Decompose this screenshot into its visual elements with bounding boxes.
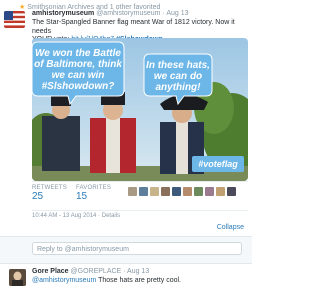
favoriter-avatar[interactable]	[150, 187, 159, 196]
favoriter-avatar[interactable]	[172, 187, 181, 196]
tweet-photo[interactable]: We won the Battle of Baltimore, think we…	[32, 38, 248, 181]
favoriter-avatar[interactable]	[183, 187, 192, 196]
reply-display-name[interactable]: Gore Place	[32, 268, 69, 275]
collapse-link[interactable]: Collapse	[217, 224, 244, 231]
reply-text: @amhistorymuseum Those hats are pretty c…	[32, 277, 181, 284]
bubble-left-line4: #Slshowdown?	[42, 81, 115, 92]
favoriter-avatar[interactable]	[139, 187, 148, 196]
retweets-count: 25	[32, 191, 44, 202]
reply-mention[interactable]: @amhistorymuseum	[32, 277, 96, 284]
favoriter-avatar[interactable]	[216, 187, 225, 196]
flag-avatar-icon	[4, 11, 25, 28]
reply-handle[interactable]: @GOREPLACE	[71, 268, 122, 275]
favoriter-avatar[interactable]	[205, 187, 214, 196]
reply-body: Those hats are pretty cool.	[98, 277, 182, 284]
tweet-date[interactable]: · Aug 13	[162, 10, 188, 17]
tweet-stats: RETWEETS 25 FAVORITES 15	[32, 181, 248, 211]
handle[interactable]: @amhistorymuseum	[96, 10, 160, 17]
tweet-text-line1: The Star-Spangled Banner flag meant War …	[32, 19, 235, 35]
bubble-right-line3: anything!	[156, 82, 202, 93]
avatar[interactable]	[4, 11, 25, 28]
favorites-stat[interactable]: FAVORITES 15	[76, 185, 111, 203]
bubble-right-line1: In these hats,	[146, 60, 210, 71]
reply-input[interactable]: Reply to @amhistorymuseum	[32, 242, 242, 255]
photo-tag: #voteflag	[198, 159, 238, 169]
bubble-left-line3: we can win	[52, 70, 105, 81]
favoriter-avatar[interactable]	[227, 187, 236, 196]
portrait-avatar-icon	[9, 269, 26, 286]
display-name[interactable]: amhistorymuseum	[32, 10, 94, 17]
favoriter-avatar[interactable]	[194, 187, 203, 196]
bubble-left-line1: We won the Battle	[35, 48, 121, 59]
timestamp-text: 10:44 AM - 13 Aug 2014 ·	[32, 213, 101, 219]
favoriter-avatar[interactable]	[161, 187, 170, 196]
favoriter-avatar[interactable]	[128, 187, 137, 196]
star-icon: ★	[19, 4, 26, 11]
reply-date[interactable]: · Aug 13	[123, 268, 149, 275]
bubble-right-line2: we can do	[154, 71, 202, 82]
details-link[interactable]: Details	[102, 213, 120, 219]
timestamp: 10:44 AM - 13 Aug 2014 · Details	[32, 213, 120, 219]
reply-header: Gore Place @GOREPLACE · Aug 13	[32, 268, 149, 275]
bubble-left-line2: of Baltimore, think	[34, 59, 122, 70]
favorites-count: 15	[76, 191, 88, 202]
reenactors-photo: We won the Battle of Baltimore, think we…	[32, 38, 248, 181]
tweet-header: amhistorymuseum @amhistorymuseum · Aug 1…	[32, 10, 189, 17]
avatar[interactable]	[9, 269, 26, 286]
reply-bar: Reply to @amhistorymuseum	[0, 236, 252, 264]
retweets-stat[interactable]: RETWEETS 25	[32, 185, 67, 203]
